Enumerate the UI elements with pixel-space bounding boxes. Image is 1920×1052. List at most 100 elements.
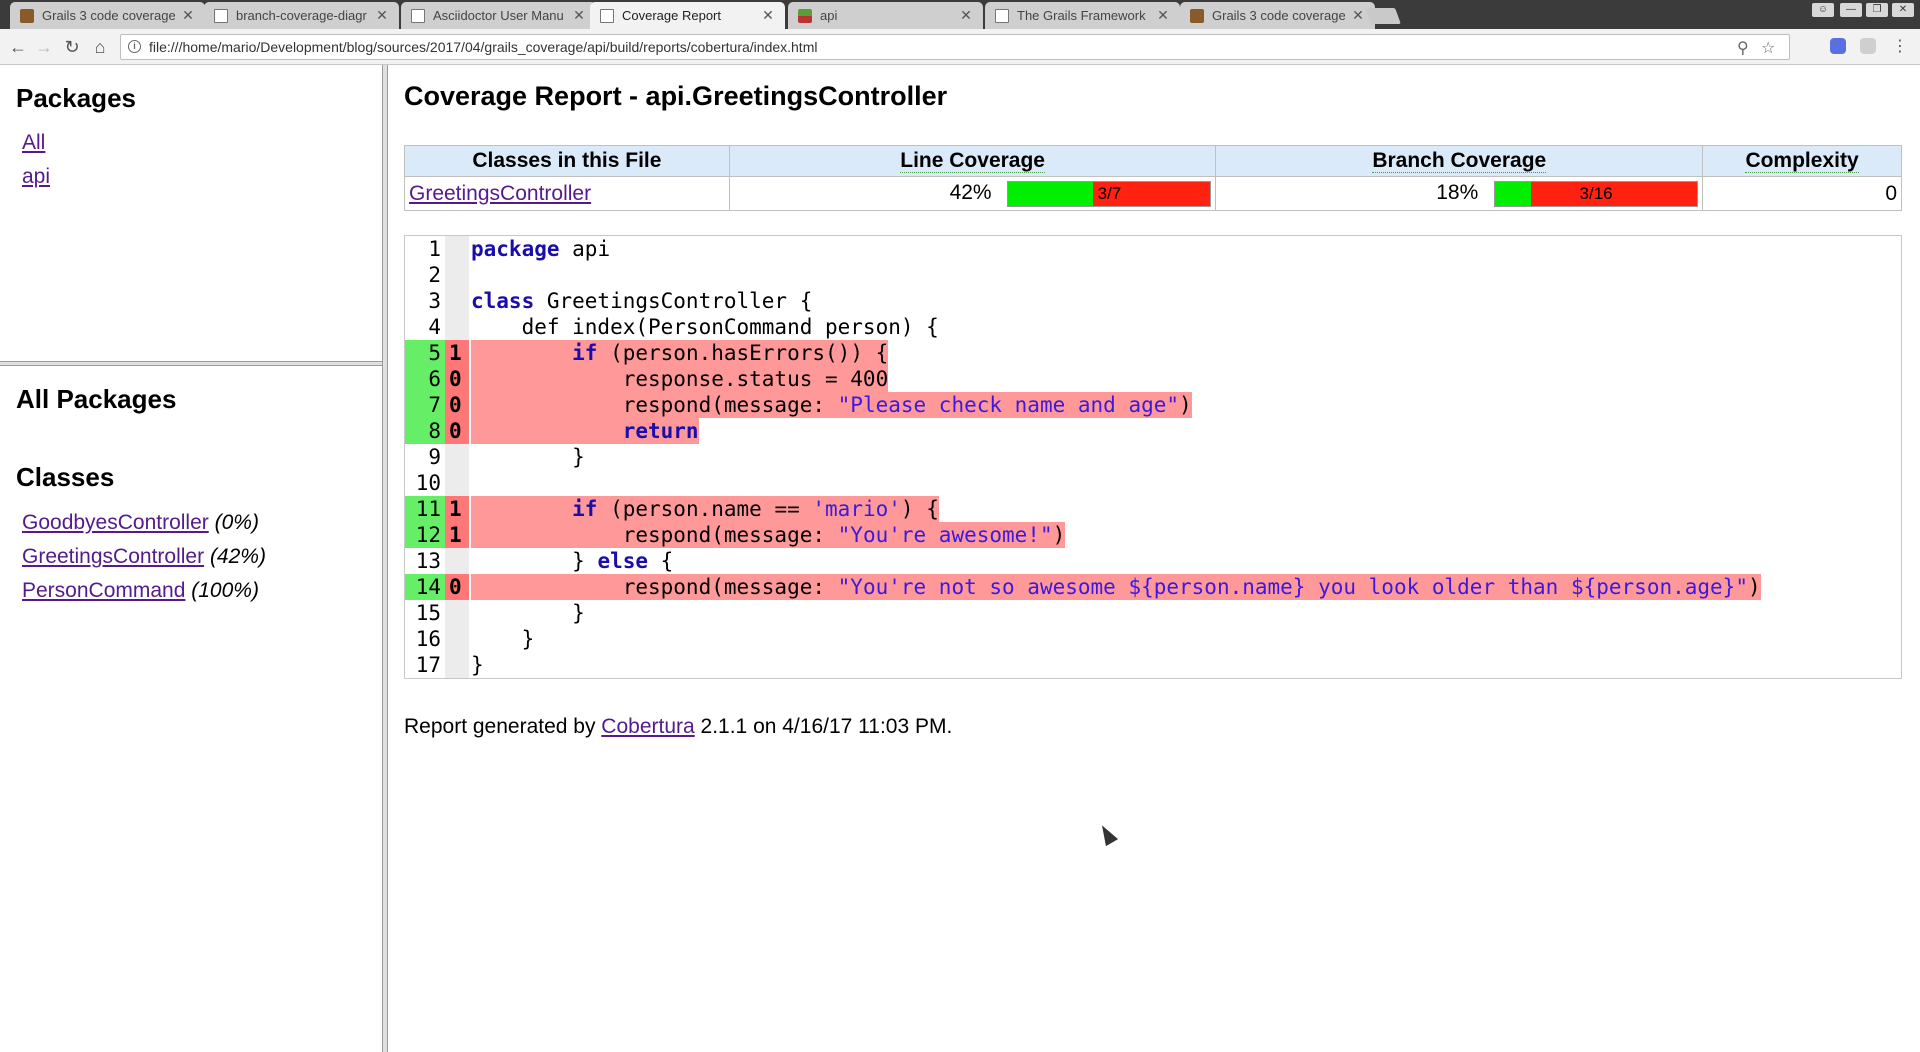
hit-count: 1: [445, 340, 469, 366]
tab-3[interactable]: Asciidoctor User Manu ✕: [401, 2, 596, 29]
hit-count: [445, 444, 469, 470]
class-list-item: GreetingsController (42%): [22, 545, 266, 569]
source-code: }: [471, 653, 484, 677]
restore-icon[interactable]: ❐: [1866, 3, 1888, 17]
page-title: Coverage Report - api.GreetingsControlle…: [404, 81, 948, 111]
browser-toolbar: ← → ↻ ⌂ i file:///home/mario/Development…: [0, 29, 1920, 65]
class-coverage-pct: (42%): [209, 545, 266, 568]
extension-icon[interactable]: [1830, 38, 1846, 54]
source-code: respond(message: "You're awesome!"): [471, 522, 1066, 548]
back-icon[interactable]: ←: [8, 37, 28, 57]
minimize-icon[interactable]: —: [1840, 3, 1862, 17]
close-tab-icon[interactable]: ✕: [761, 7, 775, 24]
hit-count: [445, 236, 469, 262]
hit-count: [445, 548, 469, 574]
table-row: GreetingsController 42% 3/7 18% 3/16 0: [404, 176, 1902, 211]
class-link[interactable]: GreetingsController: [22, 545, 204, 568]
close-tab-icon[interactable]: ✕: [375, 7, 389, 24]
class-link[interactable]: GoodbyesController: [22, 511, 209, 534]
hit-count: 0: [445, 574, 469, 600]
hit-count: [445, 600, 469, 626]
hit-count: 1: [445, 496, 469, 522]
tab-1[interactable]: Grails 3 code coverage ✕: [10, 2, 205, 29]
tab-7[interactable]: Grails 3 code coverage ✕: [1180, 2, 1375, 29]
hit-count: [445, 626, 469, 652]
zoom-icon[interactable]: ⚲: [1737, 38, 1749, 58]
source-code: } else {: [471, 549, 674, 573]
line-number: 14: [405, 574, 445, 600]
home-icon[interactable]: ⌂: [90, 37, 110, 57]
package-link-api[interactable]: api: [22, 165, 50, 189]
new-tab-button[interactable]: [1365, 8, 1401, 24]
grails-icon: [20, 8, 34, 23]
tab-4[interactable]: Coverage Report ✕: [590, 2, 785, 29]
line-number: 13: [415, 549, 441, 573]
footer-suffix: 2.1.1 on 4/16/17 11:03 PM.: [694, 715, 953, 738]
bookmark-star-icon[interactable]: ☆: [1761, 38, 1775, 58]
line-coverage-pct: 42%: [949, 181, 992, 205]
close-tab-icon[interactable]: ✕: [959, 7, 973, 24]
document-icon: [214, 8, 228, 23]
document-icon: [411, 8, 425, 23]
tab-title: Grails 3 code coverage: [1212, 8, 1345, 23]
line-number: 11: [405, 496, 445, 522]
hit-count: 1: [445, 522, 469, 548]
url-text[interactable]: file:///home/mario/Development/blog/sour…: [149, 39, 817, 55]
extension-icon[interactable]: [1860, 38, 1876, 54]
close-tab-icon[interactable]: ✕: [1351, 7, 1365, 24]
tab-2[interactable]: branch-coverage-diagr ✕: [204, 2, 399, 29]
line-number: 8: [405, 418, 445, 444]
close-window-icon[interactable]: ✕: [1892, 3, 1914, 17]
package-link-all[interactable]: All: [22, 131, 45, 155]
tab-title: Asciidoctor User Manu: [433, 8, 564, 23]
source-code: package api: [471, 237, 611, 261]
reload-icon[interactable]: ↻: [62, 37, 82, 57]
line-number: 10: [415, 471, 441, 495]
line-number: 6: [405, 366, 445, 392]
close-tab-icon[interactable]: ✕: [572, 7, 586, 24]
packages-frame: Packages All api: [0, 65, 382, 361]
class-coverage-pct: (0%): [214, 511, 259, 534]
column-header-line-coverage: Line Coverage: [728, 145, 1217, 177]
profile-icon[interactable]: ☺: [1812, 3, 1834, 17]
source-code: class GreetingsController {: [471, 289, 813, 313]
forward-icon[interactable]: →: [34, 37, 54, 57]
line-number: 4: [428, 315, 441, 339]
packages-heading: Packages: [16, 83, 136, 113]
branch-coverage-pct: 18%: [1436, 181, 1479, 205]
class-link[interactable]: GreetingsController: [409, 182, 591, 205]
class-coverage-pct: (100%): [191, 579, 259, 602]
close-tab-icon[interactable]: ✕: [1156, 7, 1170, 24]
document-icon: [600, 8, 614, 23]
column-header-complexity: Complexity: [1702, 145, 1902, 177]
class-link[interactable]: PersonCommand: [22, 579, 185, 602]
cobertura-link[interactable]: Cobertura: [601, 715, 694, 738]
line-number: 15: [415, 601, 441, 625]
source-code: if (person.name == 'mario') {: [471, 496, 939, 522]
menu-kebab-icon[interactable]: ⋮: [1890, 37, 1910, 57]
source-code: def index(PersonCommand person) {: [471, 315, 939, 339]
source-code: respond(message: "You're not so awesome …: [471, 574, 1761, 600]
line-number: 12: [405, 522, 445, 548]
report-footer: Report generated by Cobertura 2.1.1 on 4…: [404, 715, 952, 739]
tab-5[interactable]: api ✕: [788, 2, 983, 29]
grails-icon: [1190, 8, 1204, 23]
branch-coverage-bar: 3/16: [1494, 180, 1699, 207]
classes-heading: Classes: [16, 462, 115, 492]
column-header-branch-coverage: Branch Coverage: [1215, 145, 1704, 177]
source-code: respond(message: "Please check name and …: [471, 392, 1192, 418]
page-info-icon[interactable]: i: [128, 40, 141, 53]
close-tab-icon[interactable]: ✕: [181, 7, 195, 24]
class-list-item: PersonCommand (100%): [22, 579, 259, 603]
table-header-row: Classes in this File Line Coverage Branc…: [404, 145, 1902, 177]
source-listing: 1 package api 2 3 class GreetingsController …: [404, 235, 1902, 679]
address-bar[interactable]: i file:///home/mario/Development/blog/so…: [120, 34, 1790, 60]
classes-frame: All Packages Classes GoodbyesController …: [0, 366, 382, 1052]
report-frame: Coverage Report - api.GreetingsControlle…: [388, 65, 1920, 1052]
tab-6[interactable]: The Grails Framework ✕: [985, 2, 1180, 29]
tab-title: api: [820, 8, 838, 23]
line-number: 2: [428, 263, 441, 287]
source-code: response.status = 400: [471, 366, 889, 392]
hit-count: 0: [445, 392, 469, 418]
source-code: return: [471, 418, 699, 444]
